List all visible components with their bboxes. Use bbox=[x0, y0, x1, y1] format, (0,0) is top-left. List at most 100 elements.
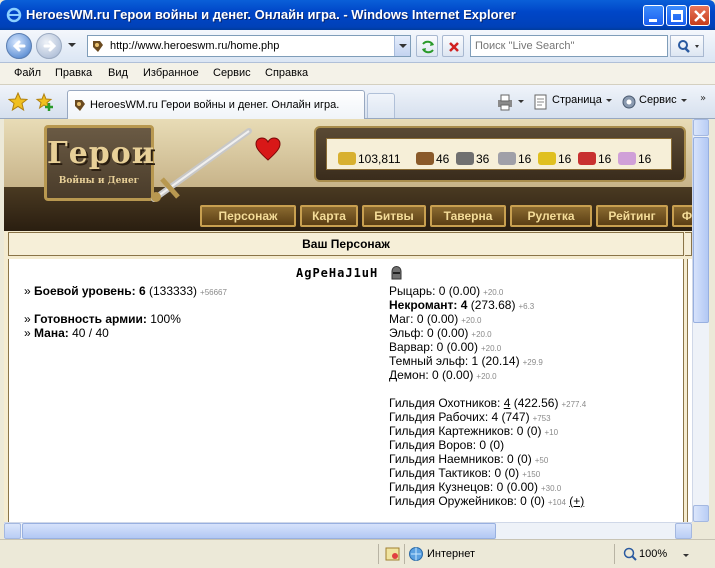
globe-icon bbox=[409, 547, 423, 561]
character-name[interactable]: AgPeHaJ1uH bbox=[296, 266, 378, 280]
guild-expand-link[interactable]: (+) bbox=[569, 494, 584, 508]
guild-level: 0 bbox=[520, 494, 527, 508]
army-readiness-label: Готовность армии: bbox=[34, 312, 147, 326]
gear-icon bbox=[622, 95, 636, 109]
guild-value: (0) bbox=[526, 424, 542, 438]
faction-name: Варвар: bbox=[389, 340, 434, 354]
menu-edit[interactable]: Правка bbox=[55, 67, 92, 79]
status-separator bbox=[614, 544, 615, 564]
guild-sub: +753 bbox=[532, 414, 551, 423]
scroll-left-button[interactable] bbox=[4, 523, 21, 539]
search-input[interactable] bbox=[471, 36, 667, 56]
print-icon[interactable] bbox=[495, 93, 515, 111]
nav-rating[interactable]: Рейтинг bbox=[596, 205, 668, 227]
guild-name: Гильдия Тактиков: bbox=[389, 466, 492, 480]
resource-sulfur: 16 bbox=[538, 152, 571, 166]
site-favicon-icon bbox=[93, 41, 103, 52]
vertical-scroll-thumb[interactable] bbox=[693, 137, 709, 323]
new-tab-button[interactable] bbox=[367, 93, 395, 118]
menu-file[interactable]: Файл bbox=[14, 67, 41, 79]
status-bar: Интернет 100% bbox=[0, 539, 715, 568]
close-window-button[interactable] bbox=[689, 5, 710, 26]
maximize-button[interactable] bbox=[666, 5, 687, 26]
nav-character[interactable]: Персонаж bbox=[200, 205, 296, 227]
status-separator bbox=[378, 544, 379, 564]
address-url[interactable]: http://www.heroeswm.ru/home.php bbox=[110, 40, 279, 52]
resources-panel: 103,811 46 36 16 16 16 16 bbox=[314, 126, 686, 182]
horizontal-scroll-thumb[interactable] bbox=[22, 523, 496, 539]
search-button[interactable] bbox=[670, 35, 704, 57]
scroll-corner bbox=[692, 522, 709, 539]
tools-menu-button[interactable]: Сервис bbox=[639, 94, 687, 106]
guild-row: Гильдия Оружейников: 0 (0) +104 (+) bbox=[389, 494, 584, 508]
combat-level-label: Боевой уровень: bbox=[34, 284, 136, 298]
address-dropdown-icon[interactable] bbox=[394, 36, 410, 56]
faction-row: Эльф: 0 (0.00) +20.0 bbox=[389, 326, 492, 340]
zoom-dropdown-icon[interactable] bbox=[683, 554, 689, 557]
guild-sub: +30.0 bbox=[540, 484, 562, 493]
nav-battles[interactable]: Битвы bbox=[362, 205, 426, 227]
game-logo[interactable]: Герои Войны и Денег bbox=[44, 125, 154, 201]
horizontal-scrollbar[interactable] bbox=[4, 522, 692, 539]
forward-button[interactable] bbox=[36, 33, 62, 59]
window-titlebar[interactable]: HeroesWM.ru Герои войны и денег. Онлайн … bbox=[0, 0, 715, 30]
combat-level-row: » Боевой уровень: 6 (133333) +56667 bbox=[24, 284, 227, 298]
tab-bar: HeroesWM.ru Герои войны и денег. Онлайн … bbox=[0, 85, 715, 119]
gold-icon bbox=[338, 152, 356, 165]
heart-icon[interactable] bbox=[255, 137, 281, 161]
add-favorites-icon[interactable] bbox=[35, 92, 55, 112]
wood-value: 46 bbox=[436, 152, 450, 166]
vertical-scrollbar[interactable] bbox=[692, 119, 709, 522]
guild-row: Гильдия Наемников: 0 (0) +50 bbox=[389, 452, 548, 466]
guild-name: Гильдия Кузнецов: bbox=[389, 480, 494, 494]
zoom-level[interactable]: 100% bbox=[639, 548, 667, 560]
nav-roulette[interactable]: Рулетка bbox=[510, 205, 592, 227]
favorites-star-icon[interactable] bbox=[8, 92, 28, 112]
guild-row: Гильдия Рабочих: 4 (747) +753 bbox=[389, 410, 551, 424]
section-title: Ваш Персонаж bbox=[8, 232, 684, 256]
refresh-button[interactable] bbox=[416, 35, 438, 57]
address-toolbar: http://www.heroeswm.ru/home.php bbox=[0, 30, 715, 63]
status-separator bbox=[404, 544, 405, 564]
browser-tab[interactable]: HeroesWM.ru Герои войны и денег. Онлайн … bbox=[67, 90, 365, 119]
menu-favorites[interactable]: Избранное bbox=[143, 67, 199, 79]
section-title-edge bbox=[685, 232, 692, 256]
menu-bar: Файл Правка Вид Избранное Сервис Справка bbox=[0, 63, 715, 85]
mana-row: » Мана: 40 / 40 bbox=[24, 326, 109, 340]
page-menu-button[interactable]: Страница bbox=[552, 94, 612, 106]
menu-view[interactable]: Вид bbox=[108, 67, 128, 79]
faction-value: 4 bbox=[460, 298, 468, 312]
guild-value: (0) bbox=[504, 466, 520, 480]
guild-level-link[interactable]: 4 bbox=[504, 396, 511, 410]
menu-help[interactable]: Справка bbox=[265, 67, 308, 79]
gems-value: 16 bbox=[638, 152, 652, 166]
guild-name: Гильдия Наемников: bbox=[389, 452, 504, 466]
guild-value: (422.56) bbox=[513, 396, 559, 410]
menu-tools[interactable]: Сервис bbox=[213, 67, 251, 79]
stop-button[interactable] bbox=[442, 35, 464, 57]
ie-logo-icon bbox=[6, 7, 22, 23]
nav-forum[interactable]: Ф bbox=[672, 205, 692, 227]
nav-map[interactable]: Карта bbox=[300, 205, 358, 227]
guild-value: (747) bbox=[501, 410, 530, 424]
resource-wood: 46 bbox=[416, 152, 449, 166]
logo-subtitle: Войны и Денег bbox=[58, 176, 140, 186]
address-bar[interactable]: http://www.heroeswm.ru/home.php bbox=[87, 35, 411, 57]
search-field[interactable] bbox=[470, 35, 668, 57]
guild-name: Гильдия Охотников: bbox=[389, 396, 501, 410]
scroll-right-button[interactable] bbox=[675, 523, 692, 539]
protected-mode-icon[interactable] bbox=[384, 546, 402, 562]
print-dropdown-icon[interactable] bbox=[518, 100, 524, 103]
minimize-button[interactable] bbox=[643, 5, 664, 26]
sulfur-value: 16 bbox=[558, 152, 572, 166]
chevron-more-icon[interactable]: » bbox=[700, 93, 706, 104]
faction-value: 0 (0.00) bbox=[416, 312, 459, 326]
scroll-up-button[interactable] bbox=[693, 119, 709, 136]
scroll-down-button[interactable] bbox=[693, 505, 709, 522]
guild-name: Гильдия Воров: bbox=[389, 438, 477, 452]
back-button[interactable] bbox=[6, 33, 32, 59]
guild-value: (0.00) bbox=[506, 480, 538, 494]
history-dropdown-icon[interactable] bbox=[68, 43, 76, 47]
guild-sub: +10 bbox=[544, 428, 559, 437]
nav-tavern[interactable]: Таверна bbox=[430, 205, 506, 227]
